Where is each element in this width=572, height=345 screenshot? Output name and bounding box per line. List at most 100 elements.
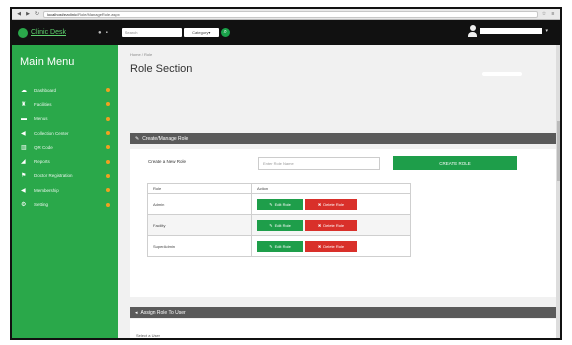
table-row: Facility ✎ Edit Role ✖ Delete Role — [147, 214, 411, 236]
tag-icon: ⚑ — [21, 173, 27, 180]
back-icon[interactable]: ◀ — [16, 11, 22, 17]
search-icon: ⌕ — [223, 29, 227, 35]
notification-dot — [106, 116, 110, 121]
title-decoration — [482, 72, 522, 76]
barcode-icon: ▥ — [21, 144, 27, 151]
delete-role-label: Delete Role — [323, 222, 345, 228]
category-label: Category — [192, 30, 209, 35]
close-icon: ✖ — [317, 222, 322, 228]
close-icon: ✖ — [317, 201, 322, 207]
sidebar-item-reports[interactable]: ◢ Reports — [12, 154, 118, 168]
chevron-down-icon: ▾ — [545, 28, 548, 34]
delete-role-button[interactable]: ✖ Delete Role — [305, 198, 357, 210]
nav-icons: ● ▪ — [98, 30, 108, 36]
pencil-icon: ✎ — [269, 201, 273, 207]
envelope-icon[interactable]: ▪ — [106, 30, 108, 36]
sidebar-title: Main Menu — [20, 56, 75, 68]
sidebar-item-label: Membership — [34, 187, 59, 193]
panel-header-label: Create/Manage Role — [142, 135, 189, 142]
create-role-button[interactable]: CREATE ROLE — [393, 156, 517, 170]
menu-icon[interactable]: ≡ — [550, 11, 556, 17]
search-button[interactable]: ⌕ — [220, 28, 230, 37]
notification-dot — [106, 88, 110, 93]
sidebar: Main Menu ☁ Dashboard ♜ Facilities ▬ Menus ◀ Co… — [12, 45, 118, 338]
sidebar-item-doctor-registration[interactable]: ⚑ Doctor Registration — [12, 169, 118, 183]
forward-icon[interactable]: ▶ — [25, 11, 31, 17]
sidebar-item-qr-code[interactable]: ▥ QR Code — [12, 140, 118, 154]
sidebar-item-dashboard[interactable]: ☁ Dashboard — [12, 83, 118, 97]
panel-header-label: Assign Role To User — [140, 309, 186, 316]
sidebar-item-menus[interactable]: ▬ Menus — [12, 112, 118, 126]
edit-role-button[interactable]: ✎ Edit Role — [257, 240, 303, 252]
table-row: SuperAdmin ✎ Edit Role ✖ Delete Role — [147, 235, 411, 257]
photo-frame: ◀ ▶ ↻ localhost/ezclinic /Role/ManageRol… — [0, 0, 572, 345]
category-select[interactable]: Category ▾ — [183, 28, 219, 37]
scrollbar-thumb[interactable] — [557, 121, 560, 181]
column-header-action: Action — [251, 183, 411, 194]
scrollbar[interactable] — [556, 45, 560, 338]
create-role-panel-header: ✎ Create/Manage Role — [130, 133, 556, 144]
close-icon: ✖ — [317, 243, 322, 249]
url-path: /Role/ManageRole.aspx — [77, 11, 120, 17]
star-icon[interactable]: ☆ — [541, 11, 547, 17]
reload-icon[interactable]: ↻ — [34, 11, 40, 17]
browser-toolbar: ◀ ▶ ↻ localhost/ezclinic /Role/ManageRol… — [12, 9, 560, 20]
roles-table: Role Action Admin ✎ Edit Role ✖ Delete Role F… — [147, 183, 411, 257]
sidebar-item-label: Facilities — [34, 101, 52, 107]
page-title: Role Section — [130, 63, 193, 75]
role-cell: SuperAdmin — [147, 235, 252, 257]
role-cell: Admin — [147, 193, 252, 215]
role-name-input[interactable]: Enter Role Name — [258, 157, 380, 170]
notification-dot — [106, 102, 110, 107]
delete-role-button[interactable]: ✖ Delete Role — [305, 240, 357, 252]
assign-role-panel: Select a User — [130, 319, 556, 338]
breadcrumb[interactable]: Home / Role — [130, 52, 152, 57]
delete-role-label: Delete Role — [323, 243, 345, 249]
search-input[interactable]: Search — [121, 28, 182, 37]
delete-role-button[interactable]: ✖ Delete Role — [305, 219, 357, 231]
user-menu[interactable]: ▾ — [468, 25, 548, 37]
create-role-panel: Create a New Role Enter Role Name CREATE… — [130, 149, 556, 297]
notification-dot — [106, 159, 110, 164]
chevron-down-icon: ▾ — [208, 30, 211, 35]
notification-dot — [106, 145, 110, 150]
notification-dot — [106, 173, 110, 178]
action-cell: ✎ Edit Role ✖ Delete Role — [251, 235, 411, 257]
sidebar-item-facilities[interactable]: ♜ Facilities — [12, 97, 118, 111]
sidebar-item-label: Setting — [34, 202, 49, 208]
monitor-icon: ▬ — [21, 115, 27, 122]
bell-icon[interactable]: ● — [98, 30, 102, 36]
sidebar-item-label: QR Code — [34, 144, 53, 150]
trophy-icon: ♜ — [21, 101, 27, 108]
user-icon: ◂ — [135, 309, 138, 316]
sidebar-item-setting[interactable]: ⚙ Setting — [12, 197, 118, 211]
pencil-icon: ✎ — [269, 243, 273, 249]
megaphone-icon: ◀ — [21, 130, 26, 137]
sidebar-item-collection-center[interactable]: ◀ Collection Center — [12, 126, 118, 140]
megaphone-icon: ◀ — [21, 187, 26, 194]
logo-icon — [18, 27, 28, 38]
notification-dot — [106, 131, 110, 136]
main-content: Home / Role Role Section ✎ Create/Manage… — [118, 45, 560, 338]
edit-role-label: Edit Role — [274, 243, 291, 249]
edit-role-button[interactable]: ✎ Edit Role — [257, 219, 303, 231]
brand-name: Clinic Desk — [31, 29, 67, 36]
edit-role-button[interactable]: ✎ Edit Role — [257, 198, 303, 210]
role-cell: Facility — [147, 214, 252, 236]
edit-role-label: Edit Role — [274, 222, 291, 228]
new-role-label: Create a New Role — [148, 159, 187, 164]
user-name-redacted — [480, 28, 543, 34]
address-bar[interactable]: localhost/ezclinic /Role/ManageRole.aspx — [43, 10, 538, 18]
notification-dot — [106, 202, 110, 207]
pencil-icon: ✎ — [269, 222, 273, 228]
url-domain: localhost/ezclinic — [47, 11, 78, 17]
sidebar-item-membership[interactable]: ◀ Membership — [12, 183, 118, 197]
table-row: Admin ✎ Edit Role ✖ Delete Role — [147, 193, 411, 215]
chart-icon: ◢ — [21, 159, 26, 166]
sidebar-item-label: Collection Center — [34, 130, 69, 136]
select-user-label: Select a User — [136, 333, 161, 338]
action-cell: ✎ Edit Role ✖ Delete Role — [251, 193, 411, 215]
action-cell: ✎ Edit Role ✖ Delete Role — [251, 214, 411, 236]
edit-role-label: Edit Role — [274, 201, 291, 207]
sidebar-item-label: Dashboard — [34, 87, 57, 93]
